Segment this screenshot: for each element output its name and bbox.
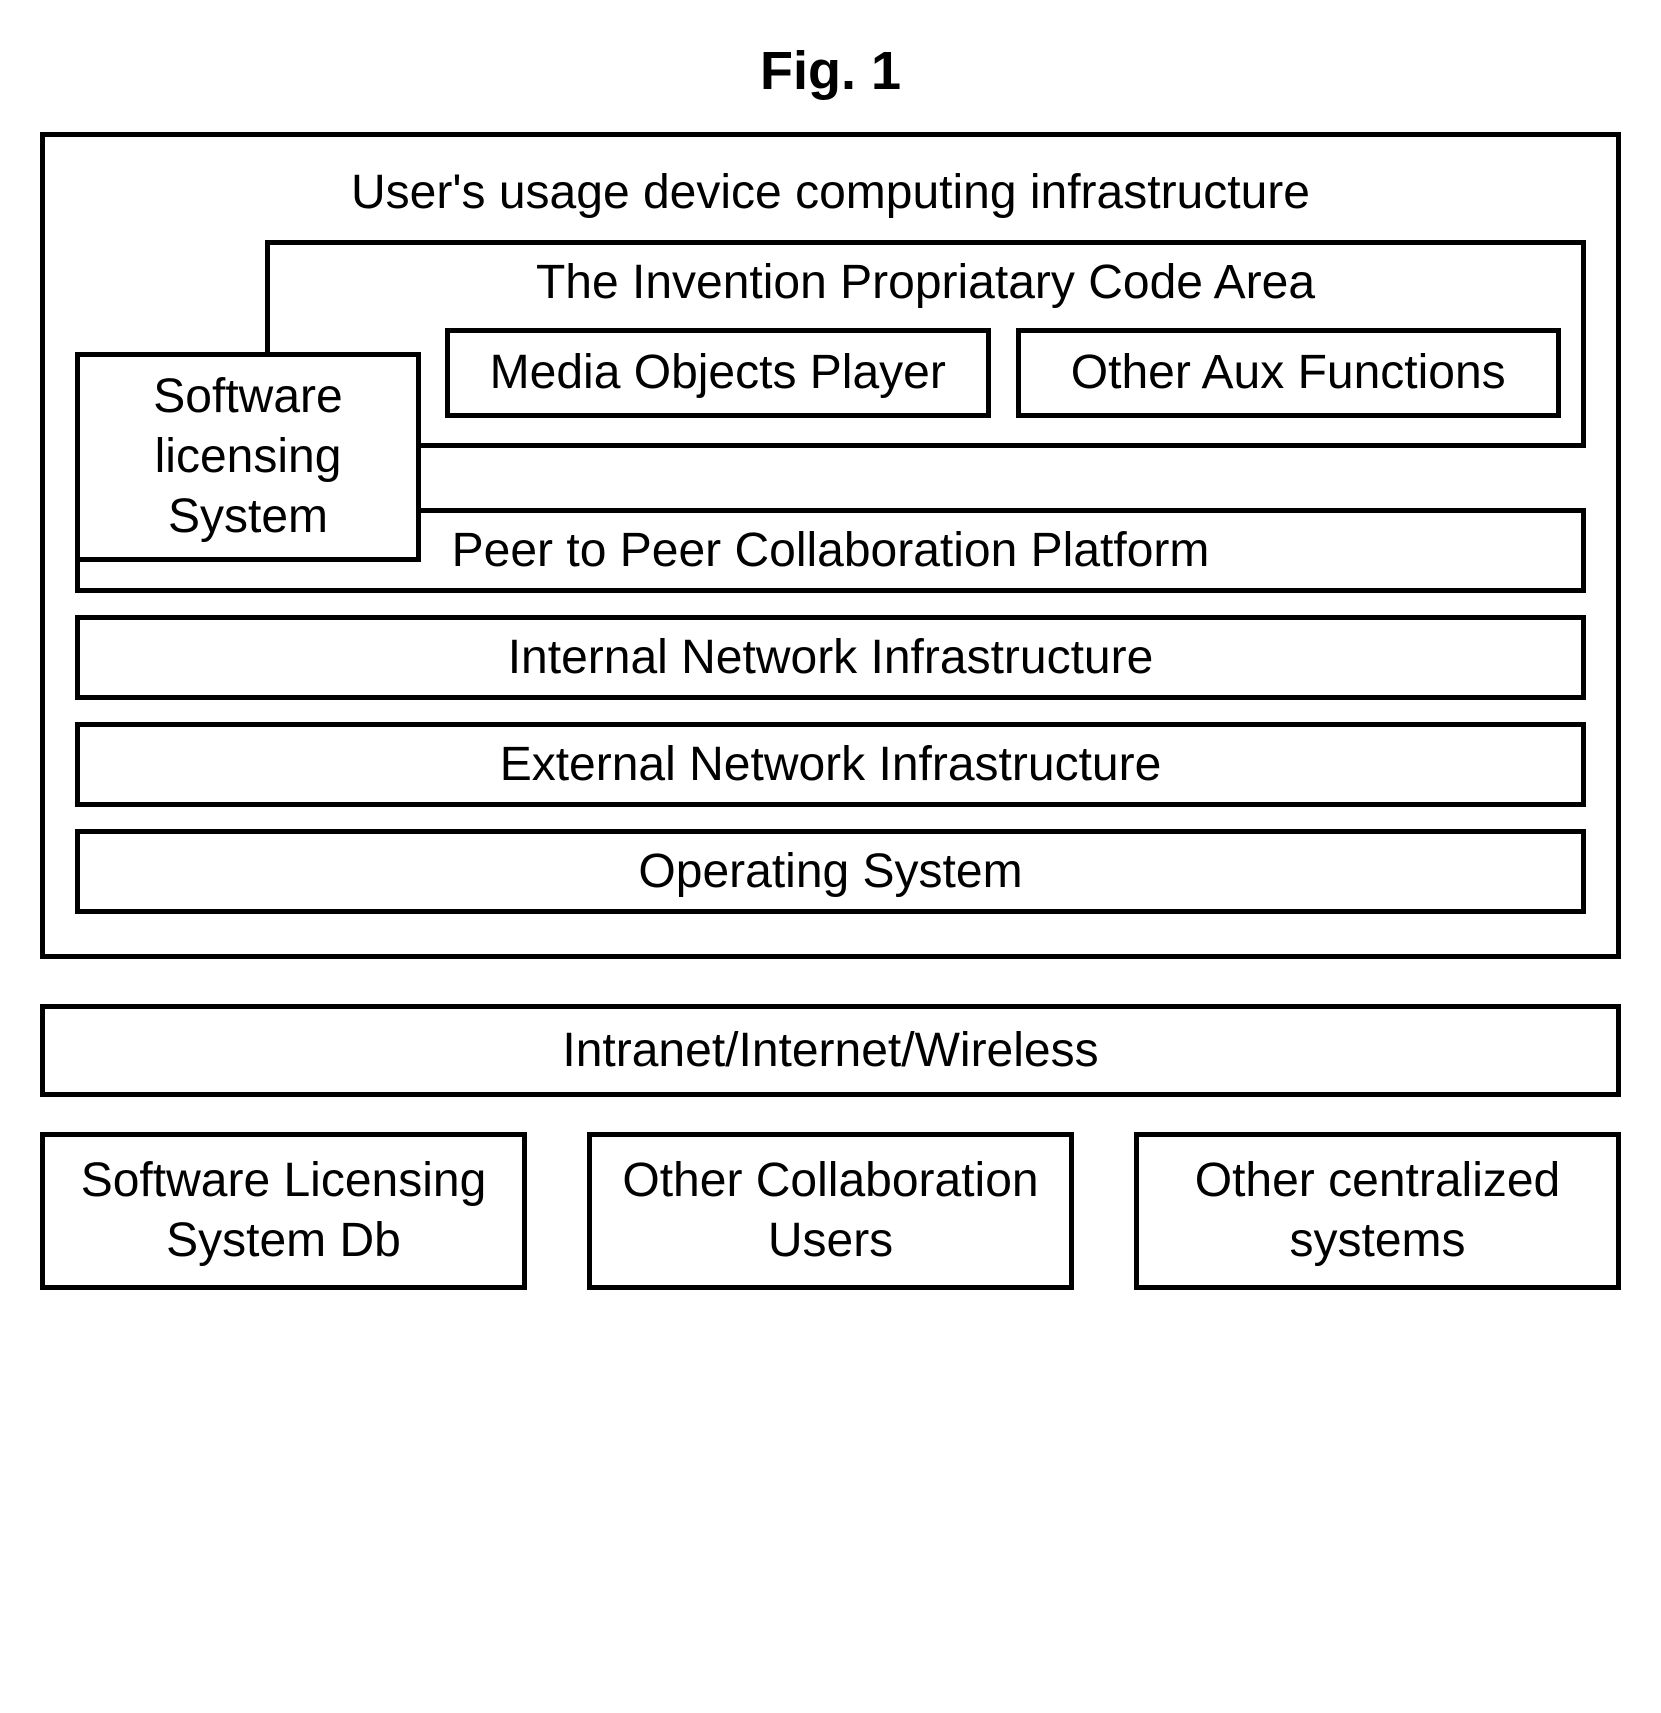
internal-network-layer: Internal Network Infrastructure (75, 615, 1586, 700)
user-device-title: User's usage device computing infrastruc… (75, 165, 1586, 220)
software-licensing-system-box: Software licensing System (75, 352, 421, 562)
code-area-row: Media Objects Player Other Aux Functions (290, 328, 1561, 418)
internal-network-label: Internal Network Infrastructure (508, 631, 1154, 684)
other-aux-functions-box: Other Aux Functions (1016, 328, 1562, 418)
other-centralized-systems-label: Other centralized systems (1195, 1154, 1561, 1267)
network-bar-label: Intranet/Internet/Wireless (562, 1024, 1098, 1077)
figure-caption: Fig. 1 (40, 40, 1621, 102)
external-network-layer: External Network Infrastructure (75, 722, 1586, 807)
bottom-row: Software Licensing System Db Other Colla… (40, 1132, 1621, 1290)
software-licensing-system-label: Software licensing System (153, 370, 342, 543)
operating-system-layer: Operating System (75, 829, 1586, 914)
other-aux-functions-label: Other Aux Functions (1071, 346, 1506, 399)
proprietary-code-area-box: The Invention Propriatary Code Area Medi… (265, 240, 1586, 448)
external-network-label: External Network Infrastructure (500, 738, 1162, 791)
sw-licensing-db-label: Software Licensing System Db (81, 1154, 487, 1267)
p2p-label: Peer to Peer Collaboration Platform (452, 524, 1210, 577)
other-collaboration-users-label: Other Collaboration Users (622, 1154, 1038, 1267)
other-centralized-systems-box: Other centralized systems (1134, 1132, 1621, 1290)
media-objects-player-box: Media Objects Player (445, 328, 991, 418)
other-collaboration-users-box: Other Collaboration Users (587, 1132, 1074, 1290)
network-bar: Intranet/Internet/Wireless (40, 1004, 1621, 1097)
operating-system-label: Operating System (638, 845, 1022, 898)
media-objects-player-label: Media Objects Player (490, 346, 946, 399)
sw-licensing-db-box: Software Licensing System Db (40, 1132, 527, 1290)
user-device-box: User's usage device computing infrastruc… (40, 132, 1621, 959)
proprietary-code-area-title: The Invention Propriatary Code Area (290, 255, 1561, 310)
layer-stack: Peer to Peer Collaboration Platform Inte… (75, 508, 1586, 914)
